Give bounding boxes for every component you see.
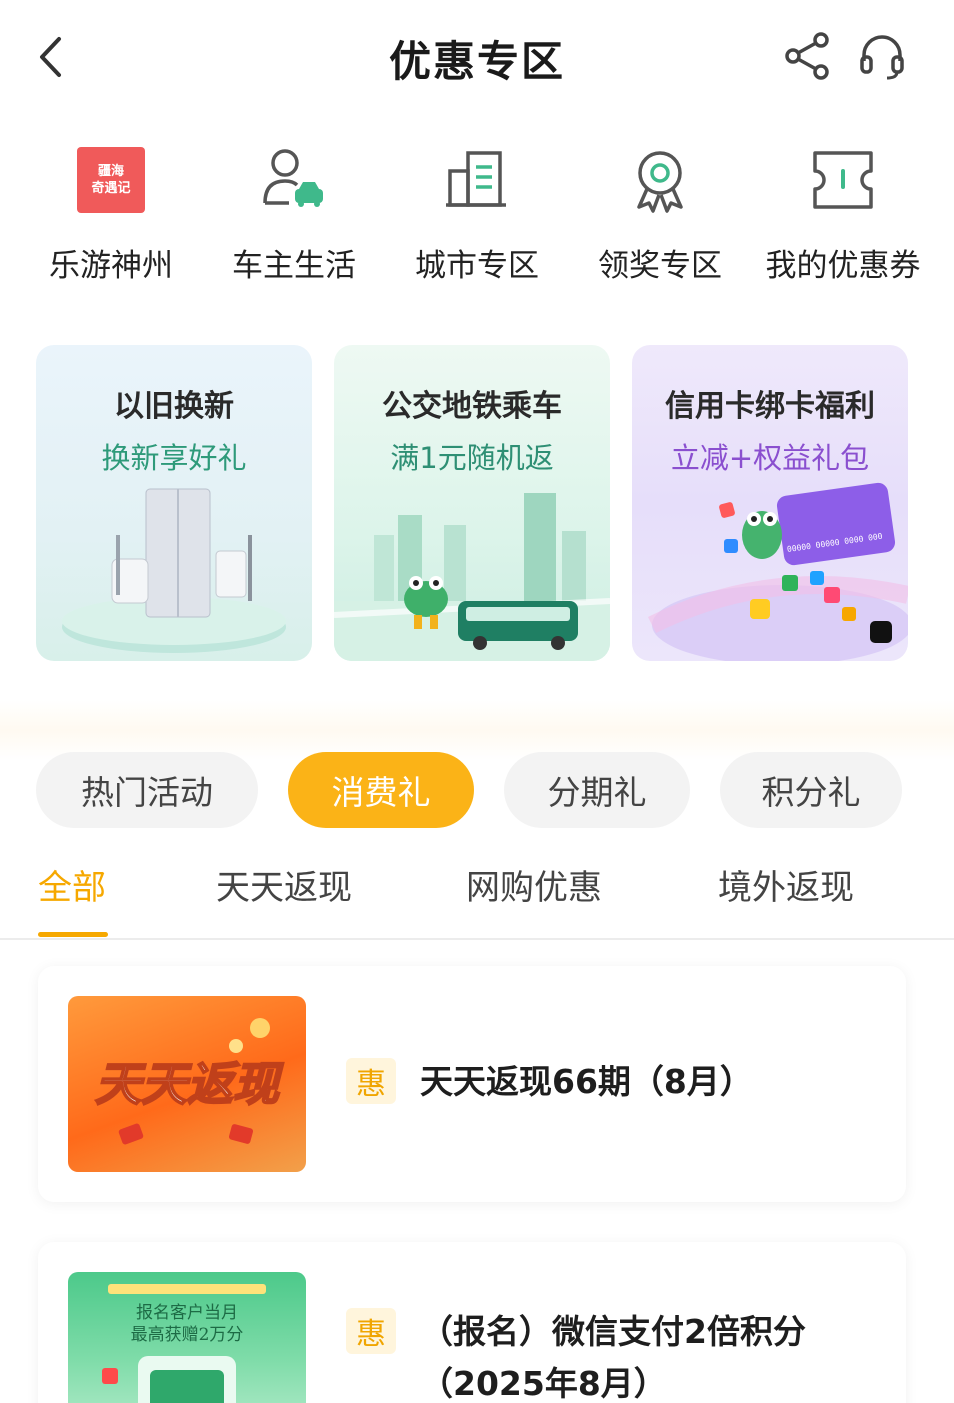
banner-credit-card[interactable]: 信用卡绑卡福利 立减+权益礼包 00000 00000 0000 000	[632, 345, 908, 661]
nav-item-travel[interactable]: 疆海 奇遇记 乐游神州	[20, 140, 202, 290]
header: 优惠专区	[0, 0, 954, 112]
discount-badge: 惠	[346, 1308, 396, 1354]
list-item-title-line2: （2025年8月）	[420, 1364, 667, 1403]
discount-badge: 惠	[346, 1058, 396, 1104]
pill-points-gift[interactable]: 积分礼	[720, 752, 902, 828]
nav-item-awards[interactable]: 领奖专区	[569, 140, 751, 290]
list-item-title: 天天返现66期（8月）	[420, 1062, 753, 1101]
banner-title: 以旧换新	[114, 389, 234, 424]
section-divider	[0, 700, 954, 760]
headset-icon	[860, 35, 904, 80]
award-medal-icon	[620, 140, 700, 220]
promo-thumbnail: 报名客户当月 最高获赠2万分	[68, 1272, 306, 1403]
pill-consumption-gift[interactable]: 消费礼	[288, 752, 474, 828]
nav-item-my-coupons[interactable]: 我的优惠券	[752, 140, 934, 290]
banner-transit[interactable]: 公交地铁乘车 满1元随机返	[334, 345, 610, 661]
nav-label: 领奖专区	[598, 248, 722, 284]
list-item-title-line1: （报名）微信支付2倍积分	[420, 1312, 806, 1351]
promo-thumbnail: 天天返现	[68, 996, 306, 1172]
nav-label: 城市专区	[415, 248, 539, 284]
svg-text:天天返现: 天天返现	[95, 1057, 284, 1111]
credit-card-illustration: 00000 00000 0000 000	[647, 482, 908, 661]
svg-text:最高获赠2万分: 最高获赠2万分	[131, 1325, 244, 1345]
car-owner-icon	[254, 140, 334, 220]
list-item[interactable]: 报名客户当月 最高获赠2万分 惠 （报名）微信支付2倍积分 （2025年8月）	[38, 1242, 906, 1403]
tab-all[interactable]: 全部	[38, 860, 106, 909]
nav-item-car-owner[interactable]: 车主生活	[203, 140, 385, 290]
appliances-illustration	[62, 488, 286, 653]
nav-label: 我的优惠券	[765, 248, 921, 284]
city-building-icon	[437, 140, 517, 220]
nav-label: 乐游神州	[49, 248, 173, 284]
customer-service-button[interactable]	[854, 28, 910, 84]
nav-label: 车主生活	[232, 248, 356, 284]
coupon-icon	[803, 140, 883, 220]
pill-hot-activities[interactable]: 热门活动	[36, 752, 258, 828]
banner-title: 公交地铁乘车	[382, 389, 562, 424]
svg-text:报名客户当月: 报名客户当月	[136, 1303, 238, 1323]
share-button[interactable]	[780, 28, 836, 84]
banner-subtitle: 立减+权益礼包	[670, 441, 870, 475]
share-icon	[785, 32, 829, 80]
list-item[interactable]: 天天返现 惠 天天返现66期（8月）	[38, 966, 906, 1202]
banner-subtitle: 满1元随机返	[390, 441, 554, 475]
travel-logo-icon: 疆海 奇遇记	[71, 140, 151, 220]
banner-title: 信用卡绑卡福利	[665, 389, 875, 424]
category-pills: 热门活动 消费礼 分期礼 积分礼	[36, 752, 954, 828]
tab-daily-cashback[interactable]: 天天返现	[216, 860, 352, 909]
nav-item-city[interactable]: 城市专区	[386, 140, 568, 290]
quick-nav: 疆海 奇遇记 乐游神州 车主生活 城市专区 领奖专区 我的优惠券	[20, 140, 934, 290]
list-item-title: （报名）微信支付2倍积分 （2025年8月）	[420, 1306, 806, 1403]
banner-trade-in[interactable]: 以旧换新 换新享好礼	[36, 345, 312, 661]
tab-overseas-cashback[interactable]: 境外返现	[718, 860, 854, 909]
pill-installment-gift[interactable]: 分期礼	[504, 752, 690, 828]
tab-online-shopping[interactable]: 网购优惠	[466, 860, 602, 909]
sub-tabs: 全部 天天返现 网购优惠 境外返现	[0, 850, 954, 940]
active-tab-indicator	[38, 932, 108, 937]
promo-banners: 以旧换新 换新享好礼 公交地铁乘车 满1元随机返 信用卡绑卡福利 立减+权益礼包…	[36, 345, 908, 661]
city-bus-illustration	[334, 493, 610, 661]
banner-subtitle: 换新享好礼	[101, 441, 247, 475]
